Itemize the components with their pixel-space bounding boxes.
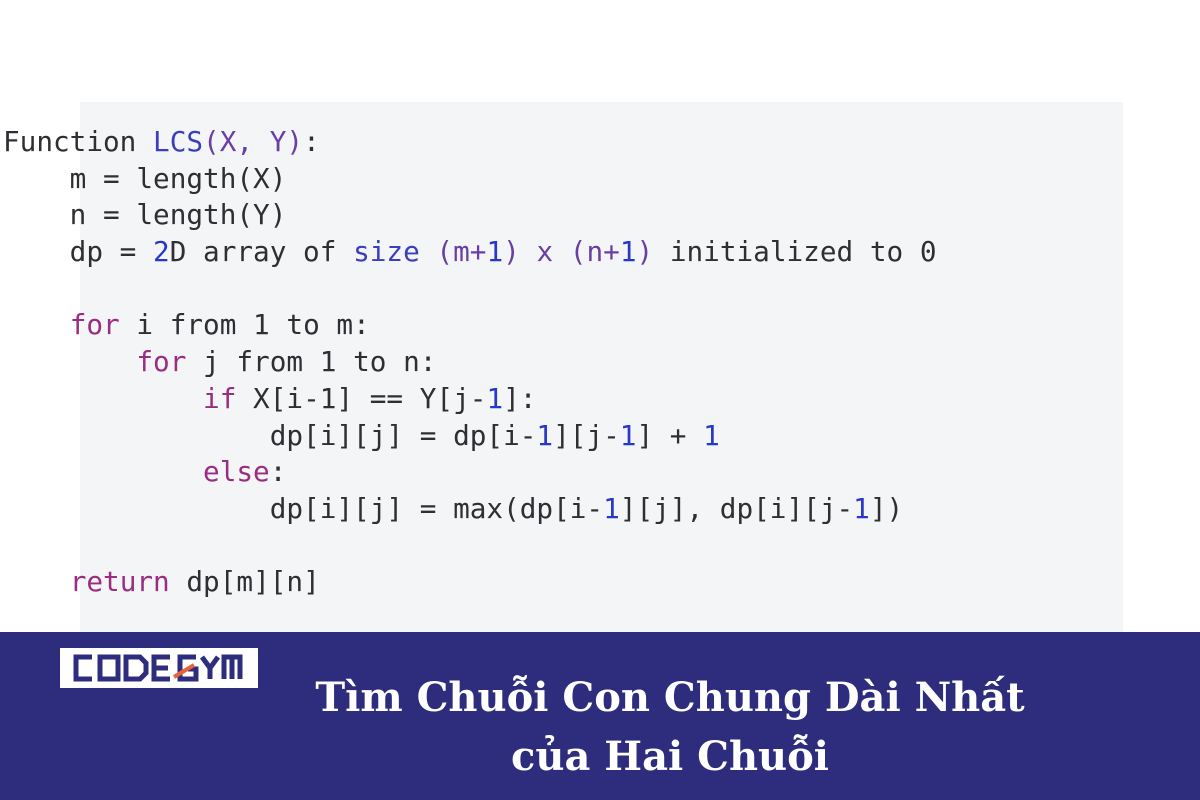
code-token: ) (636, 235, 654, 269)
code-token: 1 (853, 491, 870, 525)
code-token: 1 (619, 235, 637, 269)
code-token: n = length(Y) (3, 198, 287, 232)
code-line: dp = 2D array of size (m+1) x (n+1) init… (3, 234, 937, 271)
code-token: 1 (603, 491, 620, 525)
code-token: : (303, 125, 320, 158)
code-token: dp[m][n] (169, 565, 320, 599)
page-title: Tìm Chuỗi Con Chung Dài Nhất của Hai Chu… (170, 668, 1170, 786)
code-token: j from 1 to n: (186, 345, 437, 379)
code-token: for (136, 345, 187, 379)
code-line: dp[i][j] = max(dp[i-1][j], dp[i][j-1]) (3, 491, 937, 528)
code-line: for j from 1 to n: (3, 344, 937, 381)
code-line: Function LCS(X, Y): (3, 124, 937, 161)
code-token: (m+ (419, 235, 487, 269)
title-line-2: của Hai Chuỗi (511, 733, 829, 780)
code-token: Function (3, 125, 154, 158)
code-token: ) x (n+ (503, 235, 620, 269)
code-line: if X[i-1] == Y[j-1]: (3, 381, 937, 418)
code-token: 1 (486, 381, 504, 415)
code-token: else (203, 455, 270, 489)
code-token: 1 (536, 418, 554, 452)
code-line: for i from 1 to m: (3, 307, 937, 344)
pseudocode-block: Function LCS(X, Y): m = length(X) n = le… (3, 124, 937, 601)
code-line: return dp[m][n] (3, 564, 937, 601)
code-token: return (69, 565, 170, 599)
code-line: n = length(Y) (3, 197, 937, 234)
code-token: ][j- (553, 418, 620, 452)
title-line-1: Tìm Chuỗi Con Chung Dài Nhất (315, 674, 1025, 721)
code-token: i from 1 to m: (119, 308, 370, 342)
code-token: ]) (869, 491, 904, 525)
code-token: 2 (153, 235, 170, 269)
code-line: dp[i][j] = dp[i-1][j-1] + 1 (3, 418, 937, 455)
code-token: LCS (153, 125, 204, 158)
code-line: m = length(X) (3, 161, 937, 198)
code-token: initialized to 0 (653, 235, 937, 269)
code-token: dp = (3, 235, 154, 269)
code-token: if (203, 381, 237, 415)
code-token: for (69, 308, 120, 342)
code-line: else: (3, 454, 937, 491)
code-token: ][j], dp[i][j- (619, 491, 854, 525)
code-token: 1 (486, 235, 504, 269)
code-token: : (269, 455, 287, 489)
code-token: ]: (503, 381, 537, 415)
code-token: D array of (169, 235, 354, 269)
code-token: 1 (619, 418, 637, 452)
code-token: m = length(X) (3, 161, 287, 195)
code-token: dp[i][j] = max(dp[i- (3, 491, 604, 525)
code-token: ] + (636, 418, 704, 452)
code-token: dp[i][j] = dp[i- (3, 418, 537, 452)
code-token: 1 (703, 418, 720, 452)
code-token: size (353, 235, 420, 269)
code-token: X[i-1] == Y[j- (236, 381, 487, 415)
code-token: (X, Y) (203, 125, 304, 158)
